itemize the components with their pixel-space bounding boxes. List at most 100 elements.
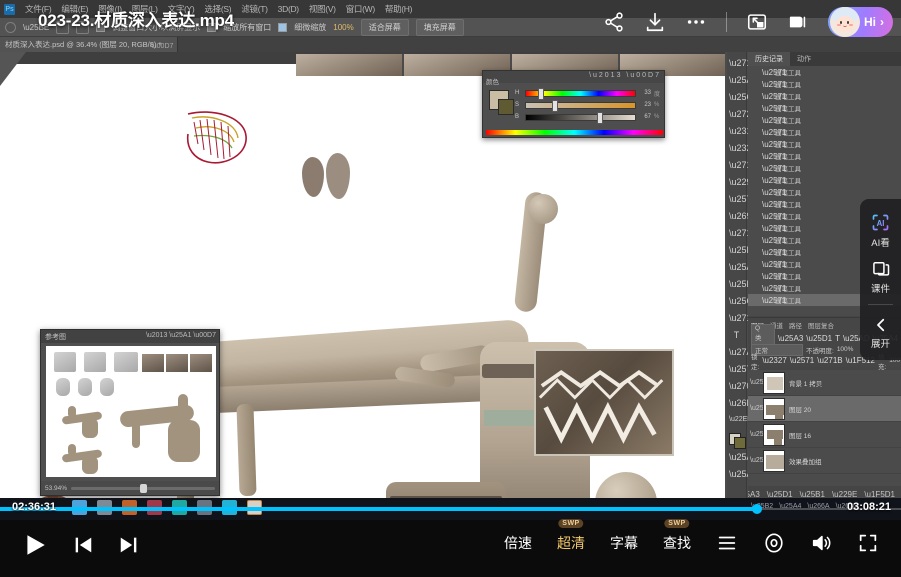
eye-icon[interactable]: \u25C9 [750,431,759,438]
type-tool-icon[interactable]: T [729,328,744,342]
dodge-tool-icon[interactable]: \u25CB [729,294,744,308]
subtitle-button[interactable]: 字幕 [610,533,638,553]
menu-filter[interactable]: 滤镜(T) [241,3,267,15]
playlist-icon[interactable] [716,532,738,554]
magic-wand-tool-icon[interactable]: \u2726 [729,107,744,121]
tab-history[interactable]: 历史记录 [748,52,790,66]
move-tool-icon[interactable]: \u271A [729,56,744,70]
eye-icon[interactable]: \u25C9 [750,405,759,412]
pen-tool-icon[interactable]: \u2711 [729,311,744,325]
play-button[interactable] [22,531,48,559]
window-controls[interactable]: \u2013 \u25A1 \u00D7 [146,332,216,339]
quick-mask-icon[interactable]: \u25A3 [729,450,744,464]
ai-view-button[interactable]: AI AI看 [860,208,901,251]
brush-tool-icon[interactable]: \u2571 [729,192,744,206]
opacity-value[interactable]: 100% [837,346,854,353]
settings-icon[interactable] [763,532,785,554]
history-row[interactable]: \u2571画笔工具 [748,78,901,90]
saturation-thumb[interactable] [552,100,558,112]
lock-position-icon[interactable]: \u271B [817,356,842,365]
history-brush-tool-icon[interactable]: \u2710 [729,226,744,240]
eye-icon[interactable]: \u25C9 [750,379,759,386]
color-panel-controls[interactable]: \u2013 \u00D7 [589,72,661,79]
filter-adjustment-icon[interactable]: \u25D1 [806,334,832,343]
slice-tool-icon[interactable]: \u2327 [729,141,744,155]
share-icon[interactable] [603,11,625,33]
timeline-knob[interactable] [752,504,762,514]
eyedropper-tool-icon[interactable]: \u2712 [729,158,744,172]
color-spectrum-strip[interactable] [486,130,663,135]
cast-icon[interactable] [787,11,809,33]
document-tab[interactable]: 材质深入表达.psd @ 36.4% (图层 20, RGB/8) * \u00… [0,37,178,52]
history-row[interactable]: \u2571画笔工具 [748,138,901,150]
download-icon[interactable] [644,11,666,33]
speed-button[interactable]: 倍速 [504,533,532,553]
color-row-saturation[interactable]: S 23 % [515,99,663,111]
tab-paths[interactable]: 路径 [789,320,802,330]
volume-icon[interactable] [810,532,832,554]
history-row[interactable]: \u2571画笔工具 [748,162,901,174]
color-row-brightness[interactable]: B 67 % [515,111,663,123]
color-row-hue[interactable]: H 33 度 [515,87,663,99]
more-icon[interactable] [685,11,707,33]
filter-pixel-icon[interactable]: \u25A3 [778,334,803,343]
crop-tool-icon[interactable]: \u2319 [729,124,744,138]
previous-episode-button[interactable] [72,533,94,557]
zoom-tool-icon-sidebar[interactable]: \u26B2 [729,396,744,410]
gradient-tool-icon[interactable]: \u25A4 [729,260,744,274]
menu-3d[interactable]: 3D(D) [278,4,299,14]
layers-panel[interactable]: \u25C9 背景 1 拷贝 \u25C9 图层 20 \u25C9 图层 16… [748,370,901,502]
menu-view[interactable]: 视图(V) [309,3,336,15]
history-row[interactable]: \u2571画笔工具 [748,102,901,114]
expand-button[interactable]: 展开 [860,312,901,352]
filter-type-icon[interactable]: T [835,334,840,343]
fullscreen-icon[interactable] [857,532,879,554]
floating-window-header[interactable]: 参考图 \u2013 \u25A1 \u00D7 [41,330,219,343]
foreground-background-color-icon[interactable] [729,433,744,447]
layer-row[interactable]: \u25C9 背景 1 拷贝 [748,370,901,396]
tab-layer-comps[interactable]: 图层复合 [808,320,834,330]
video-timeline[interactable] [0,507,901,511]
next-episode-button[interactable] [118,533,140,557]
history-row[interactable]: \u2571画笔工具 [748,174,901,186]
hue-track[interactable] [525,90,636,97]
color-swatch[interactable] [489,90,509,110]
layer-row[interactable]: \u25C9 图层 16 [748,422,901,448]
color-panel[interactable]: 颜色 \u2013 \u00D7 H 33 度 S [482,70,665,138]
zoom-slider[interactable] [71,487,215,490]
healing-brush-tool-icon[interactable]: \u2295 [729,175,744,189]
history-row[interactable]: \u2571画笔工具 [748,186,901,198]
scrubby-zoom-checkbox[interactable] [278,23,287,32]
lasso-tool-icon[interactable]: \u25CC [729,90,744,104]
history-row[interactable]: \u2571画笔工具 [748,90,901,102]
quality-button[interactable]: SWP 超清 [557,533,585,553]
hue-thumb[interactable] [538,88,544,100]
layer-row[interactable]: \u25C9 效果叠加组 [748,448,901,474]
search-button[interactable]: SWP 查找 [663,533,691,553]
menu-window[interactable]: 窗口(W) [346,3,375,15]
menu-help[interactable]: 帮助(H) [385,3,412,15]
user-avatar-button[interactable]: Hi › [828,7,893,37]
lock-transparent-icon[interactable]: \u2327 [762,356,786,365]
fill-screen-button[interactable]: 填充屏幕 [416,19,464,36]
tab-actions[interactable]: 动作 [790,52,818,66]
layer-row-selected[interactable]: \u25C9 图层 20 [748,396,901,422]
picture-in-picture-icon[interactable] [746,11,768,33]
brightness-track[interactable] [525,114,636,121]
history-row[interactable]: \u2571画笔工具 [748,150,901,162]
eraser-tool-icon[interactable]: \u25B1 [729,243,744,257]
history-row[interactable]: \u2571画笔工具 [748,66,901,78]
marquee-tool-icon[interactable]: \u25A2 [729,73,744,87]
eye-icon[interactable]: \u25C9 [750,457,759,464]
brightness-thumb[interactable] [597,112,603,124]
blur-tool-icon[interactable]: \u25D5 [729,277,744,291]
history-row[interactable]: \u2571画笔工具 [748,114,901,126]
hand-tool-icon[interactable]: \u270B [729,379,744,393]
screen-mode-icon[interactable]: \u25A7 [729,467,744,481]
saturation-track[interactable] [525,102,636,109]
lock-image-icon[interactable]: \u2571 [790,356,814,365]
zoom-tool-icon[interactable] [5,22,16,33]
clone-stamp-tool-icon[interactable]: \u2693 [729,209,744,223]
shape-tool-icon[interactable]: \u2571 [729,362,744,376]
courseware-button[interactable]: 课件 [860,255,901,297]
